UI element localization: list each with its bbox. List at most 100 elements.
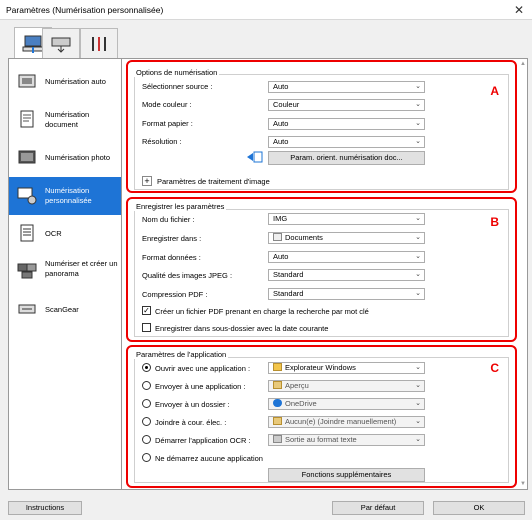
pdf-search-label: Créer un fichier PDF prenant en charge l… <box>155 307 369 316</box>
sidebar-item-label: Numérisation document <box>45 110 90 129</box>
sidebar-item-label: OCR <box>45 229 62 238</box>
jpeg-quality-label: Qualité des images JPEG : <box>142 271 233 280</box>
attach-email-value: Aucun(e) (Joindre manuellement) <box>285 417 397 426</box>
file-name-value: IMG <box>273 214 288 223</box>
sidebar-item-label: ScanGear <box>45 305 79 314</box>
source-label: Sélectionner source : <box>142 82 213 91</box>
paper-size-select[interactable]: Auto ⌄ <box>268 118 425 130</box>
save-in-value: Documents <box>285 233 323 242</box>
resolution-label: Résolution : <box>142 137 182 146</box>
resolution-value: Auto <box>273 137 289 146</box>
scroll-up-icon[interactable]: ▲ <box>520 61 526 67</box>
close-icon[interactable]: ✕ <box>514 3 524 17</box>
color-mode-select[interactable]: Couleur ⌄ <box>268 99 425 111</box>
chevron-down-icon: ⌄ <box>415 215 421 222</box>
open-app-value: Explorateur Windows <box>285 363 356 372</box>
pdf-compression-value: Standard <box>273 289 304 298</box>
file-name-input[interactable]: IMG ⌄ <box>268 213 425 225</box>
save-in-select[interactable]: Documents ⌄ <box>268 232 425 244</box>
sidebar-item-photo-scan[interactable]: Numérisation photo <box>9 139 121 177</box>
computer-scan-icon <box>22 35 44 53</box>
scan-options-title: Options de numérisation <box>134 68 220 77</box>
source-value: Auto <box>273 82 289 91</box>
onedrive-icon <box>273 399 282 407</box>
resolution-select[interactable]: Auto ⌄ <box>268 136 425 148</box>
preview-icon <box>273 381 282 389</box>
scangear-icon <box>18 304 36 314</box>
open-app-select[interactable]: Explorateur Windows ⌄ <box>268 362 425 374</box>
orientation-settings-button[interactable]: Param. orient. numérisation doc... <box>268 151 425 165</box>
no-app-label: Ne démarrez aucune application <box>155 454 263 463</box>
sidebar-item-ocr[interactable]: OCR <box>9 215 121 253</box>
pdf-compression-select[interactable]: Standard ⌄ <box>268 288 425 300</box>
text-output-icon <box>273 435 282 443</box>
default-button[interactable]: Par défaut <box>332 501 424 515</box>
save-in-label: Enregistrer dans : <box>142 234 202 243</box>
jpeg-quality-value: Standard <box>273 270 304 279</box>
ocr-icon <box>20 224 34 242</box>
jpeg-quality-select[interactable]: Standard ⌄ <box>268 269 425 281</box>
section-letter-b: B <box>490 215 499 229</box>
sidebar-item-auto-scan[interactable]: Numérisation auto <box>9 63 121 101</box>
tools-icon <box>92 36 106 51</box>
instructions-button[interactable]: Instructions <box>8 501 82 515</box>
tab-general-settings[interactable] <box>80 28 118 58</box>
section-letter-a: A <box>490 84 499 98</box>
start-ocr-select[interactable]: Sortie au format texte ⌄ <box>268 434 425 446</box>
folder-icon <box>273 233 282 241</box>
start-ocr-label: Démarrer l'application OCR : <box>155 436 251 445</box>
subfolder-label: Enregistrer dans sous-dossier avec la da… <box>155 324 329 333</box>
sidebar-item-panorama[interactable]: Numériser et créer un panorama <box>9 253 121 291</box>
attach-email-label: Joindre à cour. élec. : <box>155 418 227 427</box>
explorer-icon <box>273 363 282 371</box>
scrollbar[interactable]: ▲ ▼ <box>518 59 528 489</box>
ok-button[interactable]: OK <box>433 501 525 515</box>
no-app-radio[interactable] <box>142 453 151 462</box>
sidebar-item-label: Numérisation auto <box>45 77 106 86</box>
sidebar-item-label: Numérisation personnalisée <box>45 186 92 205</box>
send-folder-select[interactable]: OneDrive ⌄ <box>268 398 425 410</box>
paper-size-label: Format papier : <box>142 119 193 128</box>
attach-email-select[interactable]: Aucun(e) (Joindre manuellement) ⌄ <box>268 416 425 428</box>
data-format-select[interactable]: Auto ⌄ <box>268 251 425 263</box>
sidebar-item-custom-scan[interactable]: Numérisation personnalisée <box>9 177 121 215</box>
tab-scan-from-panel[interactable] <box>42 28 80 58</box>
chevron-down-icon: ⌄ <box>415 290 421 297</box>
pdf-search-checkbox[interactable]: ✓ <box>142 306 151 315</box>
photo-scan-icon <box>18 150 36 164</box>
paper-size-value: Auto <box>273 119 289 128</box>
more-functions-button[interactable]: Fonctions supplémentaires <box>268 468 425 482</box>
open-app-radio[interactable] <box>142 363 151 372</box>
send-app-select[interactable]: Aperçu ⌄ <box>268 380 425 392</box>
source-select[interactable]: Auto ⌄ <box>268 81 425 93</box>
subfolder-checkbox[interactable] <box>142 323 151 332</box>
panorama-icon <box>17 263 37 279</box>
attach-email-radio[interactable] <box>142 417 151 426</box>
scroll-down-icon[interactable]: ▼ <box>520 481 526 487</box>
chevron-down-icon: ⌄ <box>415 101 421 108</box>
chevron-down-icon: ⌄ <box>415 382 421 389</box>
window-title: Paramètres (Numérisation personnalisée) <box>6 5 164 15</box>
send-folder-label: Envoyer à un dossier : <box>155 400 230 409</box>
sidebar-item-document-scan[interactable]: Numérisation document <box>9 101 121 139</box>
sidebar-item-label: Numériser et créer un panorama <box>45 259 118 278</box>
data-format-value: Auto <box>273 252 289 261</box>
send-app-radio[interactable] <box>142 381 151 390</box>
pdf-compression-label: Compression PDF : <box>142 290 208 299</box>
chevron-down-icon: ⌄ <box>415 234 421 241</box>
auto-scan-icon <box>18 74 36 88</box>
sidebar: Numérisation auto Numérisation document … <box>8 58 122 490</box>
start-ocr-radio[interactable] <box>142 435 151 444</box>
image-processing-expander[interactable]: + <box>142 176 152 186</box>
sidebar-item-scangear[interactable]: ScanGear <box>9 291 121 329</box>
mail-icon <box>273 417 282 425</box>
send-folder-radio[interactable] <box>142 399 151 408</box>
chevron-down-icon: ⌄ <box>415 400 421 407</box>
chevron-down-icon: ⌄ <box>415 83 421 90</box>
file-name-label: Nom du fichier : <box>142 215 195 224</box>
chevron-down-icon: ⌄ <box>415 253 421 260</box>
section-letter-c: C <box>490 361 499 375</box>
orientation-icon <box>247 151 263 163</box>
chevron-down-icon: ⌄ <box>415 364 421 371</box>
color-mode-label: Mode couleur : <box>142 100 192 109</box>
